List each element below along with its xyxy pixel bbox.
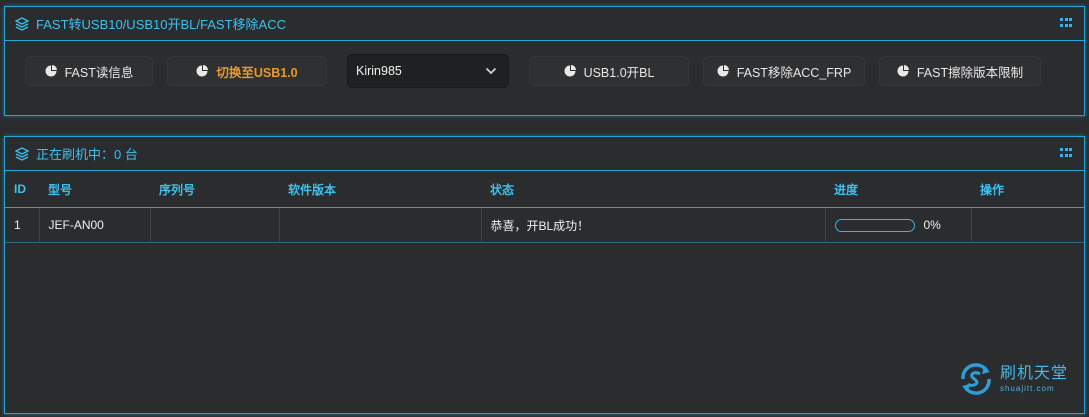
chevron-down-icon	[485, 67, 497, 75]
switch-usb-label: 切换至USB1.0	[216, 65, 298, 80]
column-header-progress: 进度	[825, 171, 971, 208]
fast-read-info-label: FAST读信息	[64, 65, 134, 80]
top-panel: FAST转USB10/USB10开BL/FAST移除ACC FAST读信息 切换…	[4, 6, 1085, 116]
pie-chart-icon	[45, 65, 57, 77]
fast-remove-acc-button[interactable]: FAST移除ACC_FRP	[703, 56, 865, 86]
chip-select-value: Kirin985	[356, 64, 402, 78]
pie-chart-icon	[196, 65, 209, 77]
column-header-version: 软件版本	[279, 171, 481, 208]
cell-id: 1	[5, 207, 40, 243]
fast-remove-acc-label: FAST移除ACC_FRP	[736, 65, 852, 80]
column-header-action: 操作	[971, 171, 1084, 208]
watermark-logo: 刷机天堂 shuajitt.com	[957, 362, 1068, 396]
pie-chart-icon	[897, 65, 909, 77]
usb-unlock-bl-label: USB1.0开BL	[583, 65, 655, 80]
table-row[interactable]: 1 JEF-AN00 恭喜，开BL成功！ 0%	[5, 207, 1084, 243]
fast-read-info-button[interactable]: FAST读信息	[25, 56, 153, 86]
grid-icon[interactable]	[1060, 148, 1072, 158]
switch-usb-button[interactable]: 切换至USB1.0	[167, 56, 327, 86]
device-count-title: 正在刷机中：0 台	[36, 147, 138, 162]
device-table: ID 型号 序列号 软件版本 状态 进度 操作 1 JEF-AN00 恭喜，开B…	[5, 171, 1084, 243]
table-header-row: ID 型号 序列号 软件版本 状态 进度 操作	[5, 171, 1084, 208]
column-header-id: ID	[5, 171, 39, 208]
cell-model: JEF-AN00	[39, 207, 151, 243]
column-header-serial: 序列号	[150, 171, 279, 208]
watermark-cn: 刷机天堂	[999, 364, 1068, 382]
device-list-header: 正在刷机中：0 台	[5, 137, 1084, 171]
top-panel-title: FAST转USB10/USB10开BL/FAST移除ACC	[36, 17, 286, 32]
grid-icon[interactable]	[1060, 18, 1072, 28]
top-panel-header: FAST转USB10/USB10开BL/FAST移除ACC	[5, 7, 1084, 41]
fast-erase-limit-label: FAST擦除版本限制	[916, 65, 1024, 80]
column-header-status: 状态	[481, 171, 825, 208]
chip-select[interactable]: Kirin985	[347, 54, 509, 88]
cell-action	[971, 207, 1084, 243]
layers-icon	[15, 146, 29, 161]
watermark-en: shuajitt.com	[999, 383, 1055, 393]
cell-status: 恭喜，开BL成功！	[481, 207, 826, 243]
progress-text: 0%	[923, 218, 941, 232]
cell-progress: 0%	[825, 207, 972, 243]
sync-logo-icon	[961, 363, 991, 395]
pie-chart-icon	[564, 65, 576, 77]
toolbar: FAST读信息 切换至USB1.0 Kirin985 USB1.0开BL FAS…	[5, 54, 1084, 88]
layers-icon	[15, 16, 29, 31]
progress-bar	[834, 218, 915, 232]
usb-unlock-bl-button[interactable]: USB1.0开BL	[529, 56, 689, 86]
cell-version	[279, 207, 482, 243]
pie-chart-icon	[717, 65, 729, 77]
cell-serial	[150, 207, 280, 243]
fast-erase-limit-button[interactable]: FAST擦除版本限制	[879, 56, 1041, 86]
device-list-panel: 正在刷机中：0 台 ID 型号 序列号 软件版本 状态 进度 操作 1 JEF-…	[4, 136, 1085, 414]
column-header-model: 型号	[39, 171, 150, 208]
